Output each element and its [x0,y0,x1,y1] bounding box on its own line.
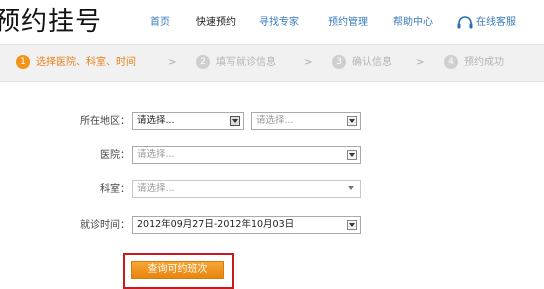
department-label: 科室： [100,184,130,195]
step-2: 2 填写就诊信息 [196,55,276,71]
hospital-select[interactable]: 请选择... [132,146,361,164]
step-3-number: 3 [332,55,346,69]
province-select-value: 请选择... [137,115,175,126]
nav-find-expert[interactable]: 寻找专家 [259,15,299,31]
city-select[interactable]: 请选择... [251,112,361,130]
visit-time-select[interactable]: 2012年09月27日-2012年10月03日 [132,216,361,234]
city-select-value: 请选择... [256,115,294,126]
step-arrow-icon: > [304,57,313,68]
booking-steps: 1 选择医院、科室、时间 > 2 填写就诊信息 > 3 确认信息 > 4 预约成功 [0,44,544,82]
department-select-value: 请选择... [137,183,175,194]
region-label: 所在地区： [80,116,130,127]
nav-online-service[interactable]: 在线客服 [457,15,516,31]
step-1: 1 选择医院、科室、时间 [16,55,136,71]
nav-help-center[interactable]: 帮助中心 [393,15,433,31]
step-4-number: 4 [444,55,458,69]
hospital-label: 医院： [100,150,130,161]
hospital-select-value: 请选择... [137,149,175,160]
chevron-down-icon [347,184,357,194]
step-4: 4 预约成功 [444,55,504,71]
nav-quick-booking[interactable]: 快速预约 [196,15,236,31]
page-title: 预约挂号 [0,7,103,37]
step-3-label: 确认信息 [352,57,392,68]
nav-booking-management[interactable]: 预约管理 [328,15,368,31]
step-3: 3 确认信息 [332,55,392,71]
step-arrow-icon: > [416,57,425,68]
visit-time-select-value: 2012年09月27日-2012年10月03日 [137,219,295,230]
chevron-down-icon [347,116,357,126]
chevron-down-icon [347,220,357,230]
department-select[interactable]: 请选择... [132,180,361,198]
step-arrow-icon: > [168,57,177,68]
chevron-down-icon [230,116,240,126]
step-2-number: 2 [196,55,210,69]
step-1-label: 选择医院、科室、时间 [36,57,136,68]
nav-online-service-label: 在线客服 [476,17,516,28]
query-available-slots-button[interactable]: 查询可约班次 [131,261,224,279]
province-select[interactable]: 请选择... [132,112,244,130]
chevron-down-icon [347,150,357,160]
visit-time-label: 就诊时间： [80,220,130,231]
step-1-number: 1 [16,55,30,69]
step-4-label: 预约成功 [464,57,504,68]
step-2-label: 填写就诊信息 [216,57,276,68]
nav-home[interactable]: 首页 [150,15,170,31]
headset-icon [457,16,473,29]
top-bar: 预约挂号 首页 快速预约 寻找专家 预约管理 帮助中心 在线客服 [0,0,544,44]
